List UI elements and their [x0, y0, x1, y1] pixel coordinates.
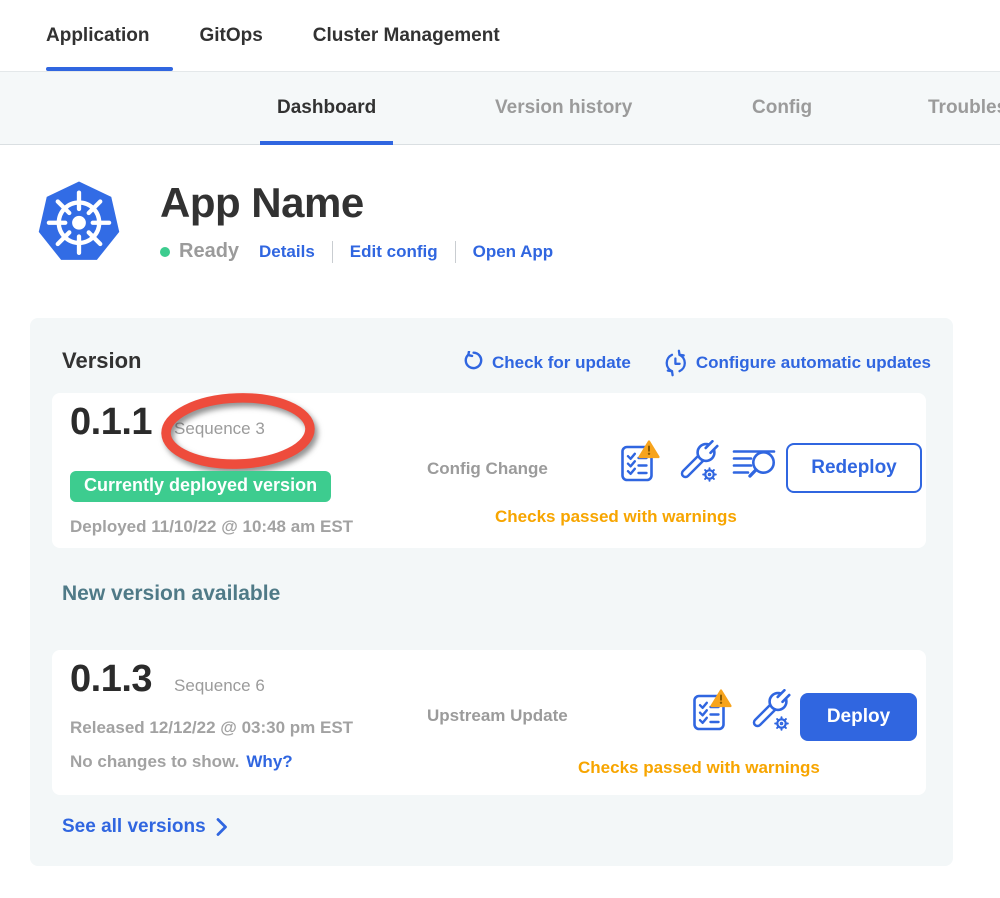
deploy-button[interactable]: Deploy: [800, 693, 917, 741]
new-version-card: 0.1.3 Sequence 6 Released 12/12/22 @ 03:…: [52, 650, 926, 795]
see-all-versions-link[interactable]: See all versions: [62, 816, 228, 838]
preflight-checklist-warning-icon[interactable]: [692, 688, 734, 734]
chevron-right-icon: [216, 817, 228, 837]
diff-files-icon[interactable]: [732, 443, 776, 481]
nav-item-gitops[interactable]: GitOps: [199, 0, 262, 71]
open-app-link[interactable]: Open App: [473, 242, 554, 262]
new-version-available-heading: New version available: [62, 582, 280, 606]
current-version-number: 0.1.1: [70, 401, 152, 444]
deployed-timestamp: Deployed 11/10/22 @ 10:48 am EST: [70, 517, 353, 537]
edit-config-link[interactable]: Edit config: [350, 242, 438, 262]
no-changes-text: No changes to show.: [70, 752, 239, 772]
current-sequence-label: Sequence 3: [174, 419, 265, 439]
current-checks-warning: Checks passed with warnings: [495, 507, 737, 527]
see-all-versions-label: See all versions: [62, 816, 206, 838]
current-source-label: Config Change: [427, 459, 548, 479]
configure-automatic-updates-label: Configure automatic updates: [696, 353, 931, 373]
app-tabs: Dashboard Version history Config Trouble…: [0, 72, 1000, 145]
config-wrench-icon[interactable]: [675, 440, 719, 484]
preflight-checklist-warning-icon[interactable]: [620, 439, 662, 485]
check-for-update-label: Check for update: [492, 353, 631, 373]
why-link[interactable]: Why?: [246, 752, 292, 772]
currently-deployed-badge: Currently deployed version: [70, 471, 331, 502]
current-version-card: 0.1.1 Sequence 3 Currently deployed vers…: [52, 393, 926, 548]
config-wrench-icon[interactable]: [747, 689, 791, 733]
version-panel: Version Check for update Configure autom…: [30, 318, 953, 866]
redeploy-button[interactable]: Redeploy: [786, 443, 922, 493]
new-source-label: Upstream Update: [427, 706, 568, 726]
released-timestamp: Released 12/12/22 @ 03:30 pm EST: [70, 718, 353, 738]
nav-item-application[interactable]: Application: [46, 0, 149, 71]
divider: [332, 241, 333, 263]
nav-item-cluster-management[interactable]: Cluster Management: [313, 0, 500, 71]
status-dot-icon: [160, 247, 170, 257]
app-header: App Name Ready Details Edit config Open …: [36, 178, 553, 264]
primary-nav: Application GitOps Cluster Management: [0, 0, 1000, 72]
divider: [455, 241, 456, 263]
version-panel-title: Version: [62, 348, 141, 374]
tab-dashboard[interactable]: Dashboard: [260, 72, 393, 144]
kubernetes-logo-icon: [36, 178, 122, 264]
auto-update-icon: [665, 350, 687, 376]
status-badge: Ready: [179, 240, 239, 263]
new-version-number: 0.1.3: [70, 658, 152, 701]
configure-automatic-updates-link[interactable]: Configure automatic updates: [665, 350, 931, 376]
details-link[interactable]: Details: [259, 242, 315, 262]
new-sequence-label: Sequence 6: [174, 676, 265, 696]
tab-version-history[interactable]: Version history: [495, 72, 632, 144]
tab-troubleshoot[interactable]: Troubleshoot: [928, 72, 1000, 144]
page-title: App Name: [160, 180, 553, 226]
new-checks-warning: Checks passed with warnings: [578, 758, 820, 778]
tab-config[interactable]: Config: [752, 72, 812, 144]
check-for-update-link[interactable]: Check for update: [463, 350, 631, 376]
refresh-icon: [463, 351, 483, 375]
